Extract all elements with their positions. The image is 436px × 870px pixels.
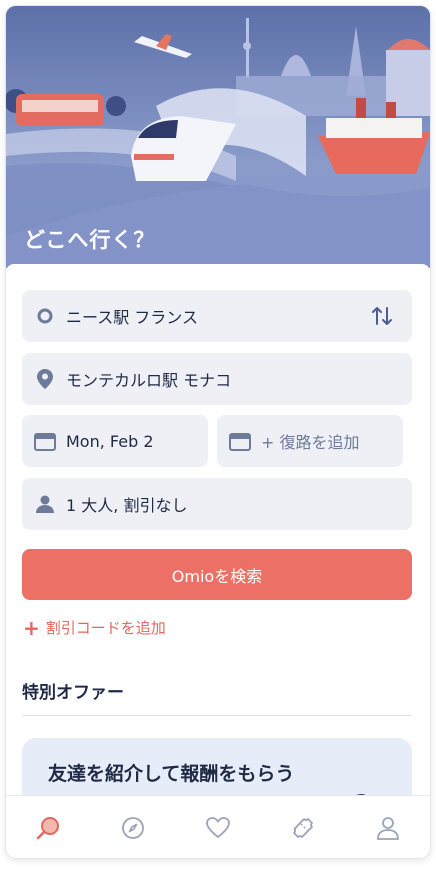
return-date-field[interactable]: + 復路を追加 <box>217 415 403 467</box>
section-divider <box>22 715 412 716</box>
depart-date-field[interactable]: Mon, Feb 2 <box>22 415 208 467</box>
origin-field[interactable]: ニース駅 フランス <box>22 290 412 342</box>
nav-tickets[interactable] <box>283 808 323 848</box>
swap-icon[interactable] <box>370 304 394 328</box>
nav-explore[interactable] <box>113 808 153 848</box>
hero-title: どこへ行く？ <box>24 228 156 252</box>
depart-date-value: Mon, Feb 2 <box>66 431 154 451</box>
passengers-field[interactable]: 1 大人, 割引なし <box>22 478 412 530</box>
bottom-navigation <box>6 795 430 858</box>
account-icon <box>376 816 399 840</box>
favorites-icon <box>206 816 230 838</box>
nav-search[interactable] <box>28 808 68 848</box>
passengers-value: 1 大人, 割引なし <box>66 496 188 515</box>
person-icon <box>34 493 56 515</box>
app-screen: どこへ行く？ ニース駅 フランス モンテカルロ駅 モナコ Mon, Feb 2 … <box>6 6 430 858</box>
calendar-icon <box>34 430 56 452</box>
explore-icon <box>122 816 145 839</box>
destination-value: モンテカルロ駅 モナコ <box>66 371 232 390</box>
nav-favorites[interactable] <box>198 808 238 848</box>
hero-banner: どこへ行く？ <box>6 6 430 268</box>
origin-circle-icon <box>34 305 56 327</box>
return-date-placeholder: + 復路を追加 <box>261 433 360 452</box>
add-promo-code-link[interactable]: + 割引コードを追加 <box>23 617 166 638</box>
search-button[interactable]: Omioを検索 <box>22 549 412 600</box>
promo-code-label: 割引コードを追加 <box>45 619 166 637</box>
plus-icon: + <box>23 615 40 640</box>
tickets-icon <box>292 817 313 838</box>
search-form: ニース駅 フランス モンテカルロ駅 モナコ Mon, Feb 2 + 復路を追加… <box>6 264 430 858</box>
destination-field[interactable]: モンテカルロ駅 モナコ <box>22 353 412 405</box>
special-offers-heading: 特別オファー <box>22 683 124 703</box>
referral-card-title: 友達を紹介して報酬をもらう <box>48 763 295 785</box>
location-pin-icon <box>34 368 56 390</box>
calendar-icon <box>229 430 251 452</box>
nav-account[interactable] <box>368 808 408 848</box>
origin-value: ニース駅 フランス <box>66 308 198 327</box>
search-icon <box>37 816 60 839</box>
